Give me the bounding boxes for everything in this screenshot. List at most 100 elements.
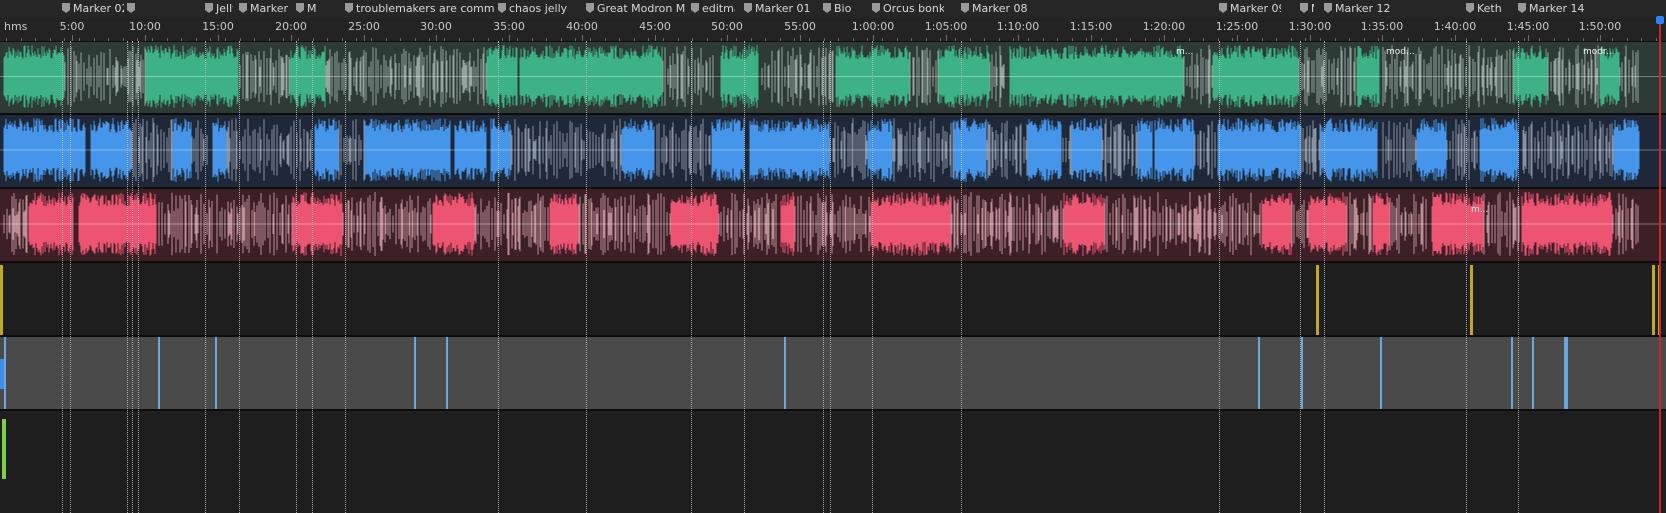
playhead-handle[interactable]: [1656, 16, 1664, 24]
ruler-minor-tick: [21, 38, 22, 41]
ruler-tick-label: 10:00: [129, 20, 161, 33]
clip-separator[interactable]: [1301, 337, 1303, 409]
clip-separator[interactable]: [4, 337, 6, 409]
ruler-minor-tick: [254, 38, 255, 41]
timeline-marker[interactable]: Bionic: [823, 2, 851, 16]
ruler-minor-tick: [1437, 38, 1438, 41]
ruler-minor-tick: [1451, 38, 1452, 41]
timeline-marker[interactable]: Marker 09: [1219, 2, 1281, 16]
ruler-minor-tick: [1349, 38, 1350, 41]
ruler-tick-label: 1:50:00: [1578, 20, 1622, 33]
clip-separator[interactable]: [1566, 337, 1568, 409]
audio-track-3[interactable]: [0, 189, 1666, 263]
ruler-major-tick: [1091, 35, 1092, 41]
ruler-tick-label: 25:00: [348, 20, 380, 33]
marker-flag-icon: [1518, 3, 1526, 13]
timeline-marker[interactable]: Great Modron Mar: [586, 2, 686, 16]
ruler-minor-tick: [1510, 38, 1511, 41]
ruler-tick-label: 1:10:00: [996, 20, 1040, 33]
timeline-marker[interactable]: editmar: [691, 2, 735, 16]
video-track-gray[interactable]: [0, 337, 1666, 411]
ruler-minor-tick: [1627, 38, 1628, 41]
clip-separator[interactable]: [784, 337, 786, 409]
timeline-marker[interactable]: troublemakers are common: [345, 2, 495, 16]
ruler-minor-tick: [838, 38, 839, 41]
ruler-minor-tick: [123, 38, 124, 41]
clip-label: m...: [1176, 47, 1194, 57]
ruler-minor-tick: [619, 38, 620, 41]
ruler-minor-tick: [1305, 38, 1306, 41]
timeline-marker[interactable]: Jelly: [205, 2, 233, 16]
ruler-minor-tick: [1597, 38, 1598, 41]
video-clip-edge[interactable]: [1652, 265, 1655, 335]
clip-separator[interactable]: [1380, 337, 1382, 409]
ruler-minor-tick: [1524, 38, 1525, 41]
ruler-tick-label: 30:00: [420, 20, 452, 33]
video-clip-edge[interactable]: [1316, 265, 1319, 335]
ruler-minor-tick: [1378, 38, 1379, 41]
ruler-minor-tick: [502, 38, 503, 41]
ruler-tick-label: 1:35:00: [1360, 20, 1404, 33]
ruler-minor-tick: [429, 38, 430, 41]
audio-track-1-waveform: [0, 45, 1666, 108]
ruler-minor-tick: [736, 38, 737, 41]
timeline-marker[interactable]: Orcus bonks: [872, 2, 944, 16]
ruler-minor-tick: [415, 38, 416, 41]
clip-separator[interactable]: [1564, 337, 1566, 409]
ruler-minor-tick: [108, 38, 109, 41]
clip-label: m...: [1471, 205, 1489, 215]
clip-separator[interactable]: [1511, 337, 1513, 409]
timeline-marker[interactable]: Marker 01: [744, 2, 824, 16]
video-track-green[interactable]: [0, 411, 1666, 513]
timeline-marker[interactable]: chaos jelly: [498, 2, 578, 16]
ruler-major-tick: [873, 35, 874, 41]
marker-label: Marker 01: [755, 2, 811, 15]
audio-track-2[interactable]: [0, 115, 1666, 189]
time-ruler[interactable]: hms 5:00 10:00 15:00 20:00 25:00 30:00 35:00 40…: [0, 18, 1666, 42]
marker-label: Marker 08: [972, 2, 1028, 15]
timeline-marker[interactable]: Mec: [296, 2, 316, 16]
timeline-marker[interactable]: Keth in: [1466, 2, 1504, 16]
ruler-minor-tick: [765, 38, 766, 41]
marker-label: Great Modron Mar: [597, 2, 686, 15]
ruler-tick-label: 20:00: [275, 20, 307, 33]
timeline-marker[interactable]: M: [1300, 2, 1314, 16]
marker-label: editmar: [702, 2, 735, 15]
clip-start-handle[interactable]: [0, 359, 4, 389]
audio-track-1[interactable]: [0, 42, 1666, 115]
timeline-marker[interactable]: Marker 02: [62, 2, 124, 16]
playhead[interactable]: [1659, 18, 1661, 513]
ruler-minor-tick: [1247, 38, 1248, 41]
clip-separator[interactable]: [158, 337, 160, 409]
marker-bar[interactable]: Marker 02 Jelly Marker 0 Mec troublemakers a…: [0, 0, 1666, 19]
clip-separator[interactable]: [1258, 337, 1260, 409]
timeline-marker[interactable]: Marker 08: [961, 2, 1071, 16]
clip-separator[interactable]: [414, 337, 416, 409]
ruler-minor-tick: [6, 38, 7, 41]
ruler-major-tick: [1528, 35, 1529, 41]
marker-label: Marker 0: [250, 2, 289, 15]
ruler-minor-tick: [1145, 38, 1146, 41]
marker-label: Marker 14: [1529, 2, 1585, 15]
timeline-marker[interactable]: Marker 0: [239, 2, 289, 16]
clip-separator[interactable]: [1532, 337, 1534, 409]
audio-track-2-waveform: [0, 118, 1666, 182]
timeline-marker[interactable]: Marker 12: [1324, 2, 1444, 16]
video-clip-edge[interactable]: [0, 265, 3, 335]
timeline[interactable]: Marker 02 Jelly Marker 0 Mec troublemakers a…: [0, 0, 1666, 513]
clip-separator[interactable]: [215, 337, 217, 409]
timeline-marker[interactable]: Marker 14: [1518, 2, 1608, 16]
video-track-yellow[interactable]: [0, 263, 1666, 337]
ruler-tick-label: 1:25:00: [1215, 20, 1259, 33]
ruler-minor-tick: [298, 38, 299, 41]
marker-label: Bionic: [834, 2, 851, 15]
clip-separator[interactable]: [446, 337, 448, 409]
ruler-minor-tick: [1130, 38, 1131, 41]
marker-label: M: [1311, 2, 1314, 15]
ruler-minor-tick: [1218, 38, 1219, 41]
timeline-marker[interactable]: [127, 2, 137, 16]
ruler-minor-tick: [692, 38, 693, 41]
video-clip-edge[interactable]: [1470, 265, 1473, 335]
clip-start-handle[interactable]: [2, 419, 6, 479]
ruler-major-tick: [72, 35, 73, 41]
